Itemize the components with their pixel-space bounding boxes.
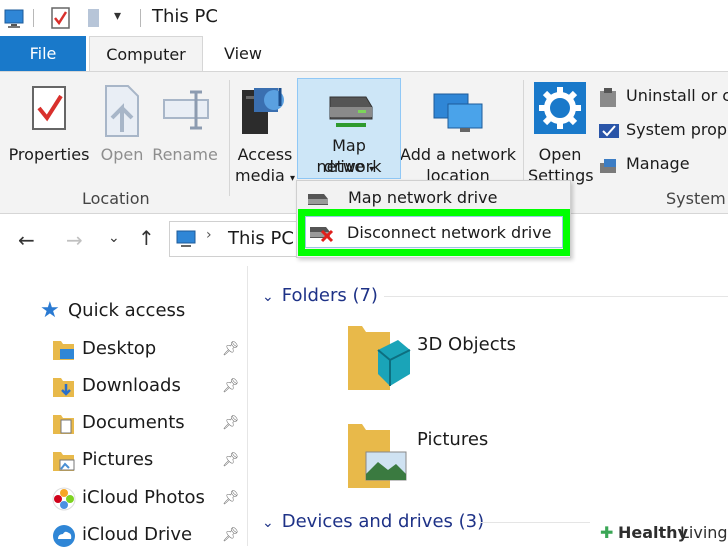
map-drive-icon bbox=[308, 194, 328, 205]
up-button[interactable]: ↑ bbox=[138, 226, 155, 250]
icloud-drive-icon bbox=[53, 525, 75, 547]
title-bar: ▾ This PC bbox=[0, 0, 728, 36]
nav-item-icloud-photos[interactable]: iCloud Photos 📌︎ bbox=[40, 481, 250, 517]
tab-computer[interactable]: Computer bbox=[89, 36, 203, 72]
nav-quick-access[interactable]: ★ Quick access bbox=[40, 294, 250, 330]
pin-icon[interactable]: 📌︎ bbox=[222, 415, 240, 431]
pane-divider bbox=[247, 266, 248, 546]
rename-label: Rename bbox=[152, 145, 218, 164]
open-settings-label: Open bbox=[538, 145, 582, 164]
forward-button[interactable]: → bbox=[66, 228, 83, 252]
uninstall-icon bbox=[600, 88, 616, 107]
map-network-drive-label-line2: drive ▾ bbox=[323, 157, 375, 176]
section-divider bbox=[480, 522, 590, 523]
rename-button[interactable]: Rename bbox=[152, 80, 218, 180]
section-divider bbox=[384, 296, 728, 297]
folders-section-header[interactable]: ⌄ Folders (7) bbox=[262, 285, 378, 306]
system-group-label: System bbox=[666, 189, 726, 208]
system-properties-icon bbox=[599, 124, 619, 138]
menu-item-map-network-drive[interactable]: Map network drive bbox=[300, 184, 565, 212]
pin-icon[interactable]: 📌︎ bbox=[222, 490, 240, 506]
ribbon-group-separator bbox=[523, 80, 524, 196]
chevron-down-icon: ⌄ bbox=[262, 515, 274, 531]
pin-icon[interactable]: 📌︎ bbox=[222, 527, 240, 543]
tab-file[interactable]: File bbox=[0, 36, 86, 71]
access-media-button[interactable]: Access media ▾ bbox=[234, 80, 296, 185]
disconnect-drive-icon bbox=[310, 227, 334, 243]
network-drive-icon bbox=[329, 96, 373, 127]
breadcrumb-chevron-icon: › bbox=[206, 227, 212, 243]
window-title: This PC bbox=[152, 6, 218, 27]
open-icon bbox=[105, 85, 139, 137]
leaf-icon: ✚ bbox=[600, 523, 614, 542]
back-button[interactable]: ← bbox=[18, 228, 35, 252]
location-group-label: Location bbox=[82, 189, 150, 208]
network-location-icon bbox=[433, 93, 483, 132]
settings-gear-icon bbox=[534, 82, 586, 134]
pin-icon[interactable]: 📌︎ bbox=[222, 378, 240, 394]
desktop-folder-icon bbox=[53, 341, 74, 360]
folder-3d-objects[interactable]: 3D Objects bbox=[340, 320, 600, 396]
nav-item-pictures[interactable]: Pictures 📌︎ bbox=[40, 443, 250, 479]
open-label: Open bbox=[100, 145, 144, 164]
3d-objects-folder-icon bbox=[348, 326, 411, 390]
pictures-folder-icon bbox=[348, 424, 407, 488]
folder-pictures[interactable]: Pictures bbox=[340, 418, 600, 494]
devices-section-header[interactable]: ⌄ Devices and drives (3) bbox=[262, 511, 484, 532]
access-media-icon bbox=[242, 88, 284, 134]
title-separator bbox=[33, 9, 34, 27]
open-settings-button[interactable]: Open Settings bbox=[528, 80, 594, 185]
icloud-photos-icon bbox=[52, 487, 76, 511]
properties-button[interactable]: Properties bbox=[8, 80, 90, 180]
manage-icon bbox=[600, 159, 616, 173]
nav-item-documents[interactable]: Documents 📌︎ bbox=[40, 406, 250, 442]
quick-access-toolbar-dropdown[interactable]: ▾ bbox=[114, 8, 121, 24]
star-icon: ★ bbox=[40, 298, 60, 323]
add-network-location-button[interactable]: Add a network location bbox=[400, 80, 516, 185]
new-folder-icon[interactable] bbox=[86, 7, 102, 29]
access-media-label-line2: media ▾ bbox=[235, 166, 295, 185]
recent-locations-dropdown[interactable]: ⌄ bbox=[108, 230, 120, 246]
documents-folder-icon bbox=[53, 415, 74, 434]
properties-label: Properties bbox=[8, 145, 90, 164]
properties-icon bbox=[32, 86, 66, 130]
open-button[interactable]: Open bbox=[96, 80, 148, 180]
nav-item-downloads[interactable]: Downloads 📌︎ bbox=[40, 369, 250, 405]
computer-icon bbox=[4, 9, 24, 28]
downloads-folder-icon bbox=[53, 378, 74, 397]
access-media-label: Access bbox=[237, 145, 293, 164]
breadcrumb-this-pc[interactable]: This PC bbox=[228, 228, 294, 249]
tab-view[interactable]: View bbox=[212, 36, 274, 71]
menu-item-disconnect-network-drive[interactable]: Disconnect network drive bbox=[305, 216, 563, 248]
address-bar[interactable]: › This PC bbox=[169, 221, 309, 257]
nav-item-desktop[interactable]: Desktop 📌︎ bbox=[40, 332, 250, 368]
ribbon-group-separator bbox=[229, 80, 230, 196]
pictures-folder-icon bbox=[53, 452, 75, 471]
pin-icon[interactable]: 📌︎ bbox=[222, 341, 240, 357]
title-separator bbox=[140, 9, 141, 27]
map-network-drive-button[interactable]: Map network drive ▾ bbox=[297, 78, 401, 179]
rename-icon bbox=[163, 90, 209, 130]
folder-label: 3D Objects bbox=[417, 334, 517, 355]
folder-label: Pictures bbox=[417, 429, 489, 450]
nav-item-icloud-drive[interactable]: iCloud Drive 📌︎ bbox=[40, 518, 250, 554]
chevron-down-icon: ⌄ bbox=[262, 289, 274, 305]
add-network-location-label: Add a network bbox=[400, 145, 516, 164]
pin-icon[interactable]: 📌︎ bbox=[222, 452, 240, 468]
properties-check-icon[interactable] bbox=[50, 6, 72, 30]
this-pc-icon bbox=[176, 230, 196, 247]
watermark: ✚ Healthy Living bbox=[594, 518, 728, 546]
